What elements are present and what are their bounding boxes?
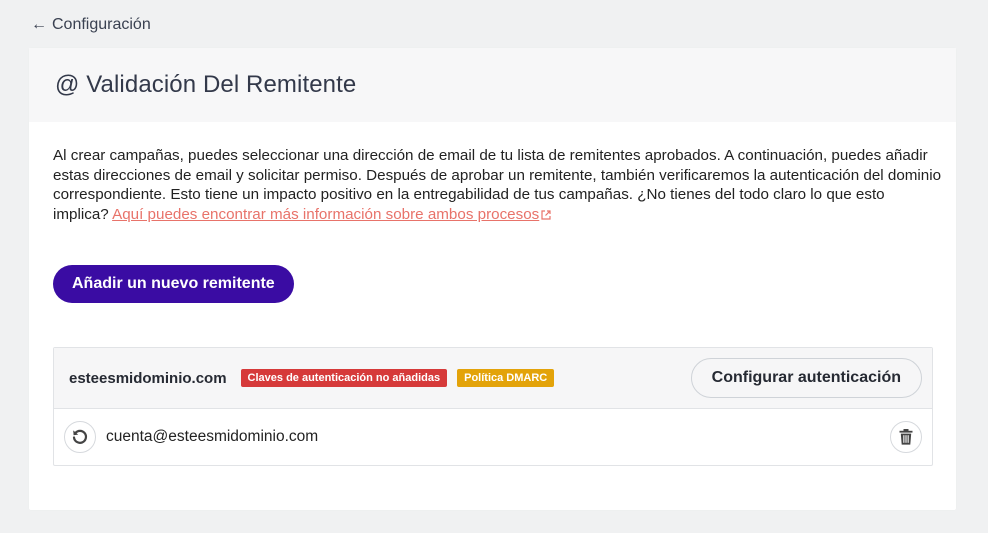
sender-email: cuenta@esteesmidominio.com <box>106 428 319 445</box>
page-title: @ Validación Del Remitente <box>55 71 357 98</box>
delete-sender-button[interactable] <box>890 421 922 453</box>
sender-validation-card: @ Validación Del Remitente Al crear camp… <box>29 48 956 510</box>
sender-domain-panel: esteesmidominio.com Claves de autenticac… <box>53 347 933 466</box>
arrow-left-icon: ← <box>31 16 47 33</box>
back-link[interactable]: ← Configuración <box>31 16 151 34</box>
trash-icon <box>899 429 913 445</box>
more-info-link-label: Aquí puedes encontrar más información so… <box>112 205 540 223</box>
back-link-label: Configuración <box>52 16 151 33</box>
sender-email-row: cuenta@esteesmidominio.com <box>54 409 932 465</box>
status-badge-dmarc: Política DMARC <box>457 369 555 387</box>
sender-domain-header: esteesmidominio.com Claves de autenticac… <box>54 348 932 409</box>
sender-domain: esteesmidominio.com <box>69 369 227 387</box>
configure-authentication-button[interactable]: Configurar autenticación <box>690 358 922 398</box>
card-body: Al crear campañas, puedes seleccionar un… <box>29 122 956 224</box>
add-sender-button[interactable]: Añadir un nuevo remitente <box>53 265 294 303</box>
resend-button[interactable] <box>64 421 96 453</box>
external-link-icon[interactable] <box>541 209 551 220</box>
more-info-link[interactable]: Aquí puedes encontrar más información so… <box>112 206 539 223</box>
description: Al crear campañas, puedes seleccionar un… <box>53 146 943 224</box>
card-header: @ Validación Del Remitente <box>29 48 956 122</box>
undo-icon <box>72 429 88 444</box>
status-badge-auth-keys: Claves de autenticación no añadidas <box>240 369 448 387</box>
